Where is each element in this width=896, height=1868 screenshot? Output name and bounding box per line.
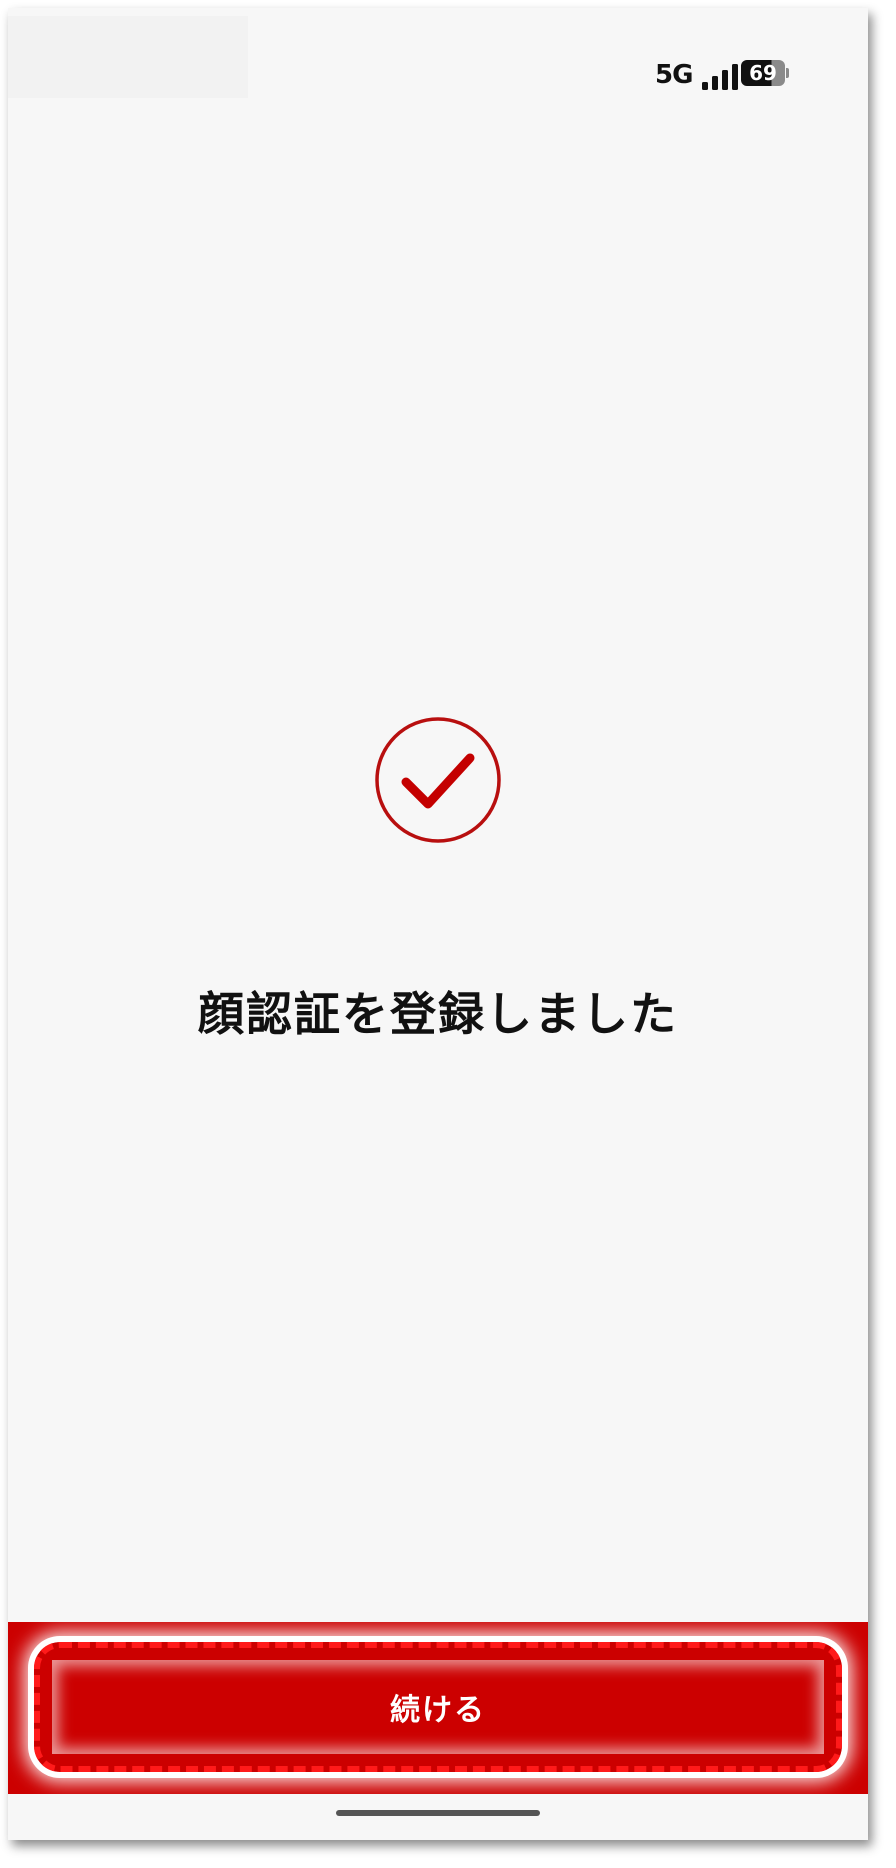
battery-level-text: 69 bbox=[749, 61, 777, 85]
battery-cap bbox=[786, 68, 789, 78]
home-indicator-area bbox=[8, 1794, 868, 1840]
bottom-action-bar: 続ける bbox=[8, 1622, 868, 1794]
check-circle-icon bbox=[375, 717, 501, 843]
registration-success-message: 顔認証を登録しました bbox=[198, 987, 678, 1041]
home-indicator[interactable] bbox=[336, 1810, 540, 1816]
network-type-label: 5G bbox=[655, 60, 693, 90]
signal-bars-icon bbox=[702, 64, 738, 90]
battery-icon: 69 bbox=[741, 60, 789, 86]
phone-screen: 5G 69 顔認証を登録しました 続ける bbox=[8, 8, 868, 1840]
status-bar-left-area bbox=[8, 16, 248, 98]
continue-button[interactable]: 続ける bbox=[52, 1660, 824, 1754]
status-bar: 5G 69 bbox=[8, 8, 868, 98]
